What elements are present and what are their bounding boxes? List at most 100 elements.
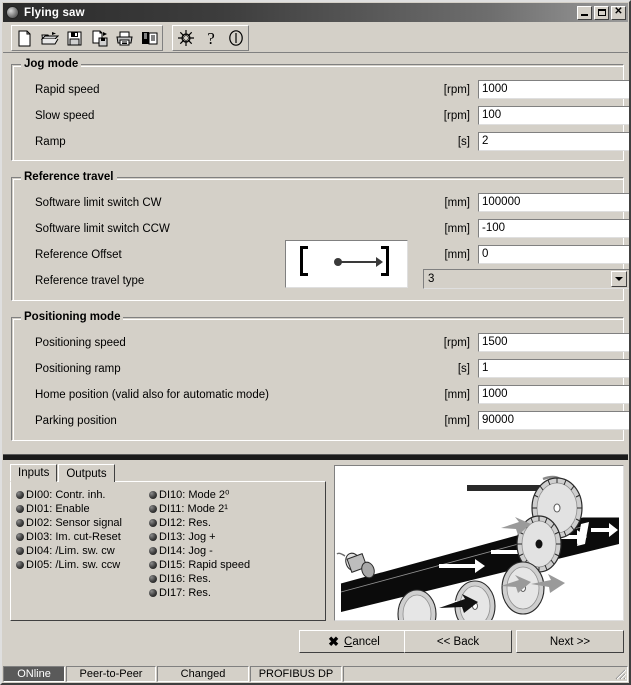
maximize-button[interactable]	[594, 5, 609, 20]
back-button-label: << Back	[436, 635, 480, 648]
input-positioning-ramp[interactable]: 1	[478, 359, 629, 378]
list-item: DI00: Contr. inh.	[16, 488, 141, 502]
unit-sw-limit-ccw: [mm]	[444, 222, 470, 235]
row-slow-speed: Slow speed [rpm] 100	[12, 105, 629, 126]
list-item: DI16: Res.	[149, 572, 250, 586]
help-button[interactable]: ?	[198, 26, 223, 50]
list-item: DI05: /Lim. sw. ccw	[16, 558, 141, 572]
status-connection: ONline	[3, 666, 65, 682]
io-tab-body: DI00: Contr. inh. DI01: Enable DI02: Sen…	[10, 481, 326, 621]
unit-home-position: [mm]	[444, 388, 470, 401]
cancel-button[interactable]: ✖ Cancel	[299, 630, 409, 653]
list-item: DI15: Rapid speed	[149, 558, 250, 572]
io-label: DI02: Sensor signal	[26, 517, 122, 529]
input-ramp[interactable]: 2	[478, 132, 629, 151]
list-item: DI14: Jog -	[149, 544, 250, 558]
settings-button[interactable]	[173, 26, 198, 50]
status-bar: ONline Peer-to-Peer Changed PROFIBUS DP	[3, 664, 628, 682]
toolbar: ?	[3, 24, 628, 53]
toolbar-tools-group: ?	[172, 25, 249, 51]
input-home-position[interactable]: 1000	[478, 385, 629, 404]
input-sw-limit-cw[interactable]: 100000	[478, 193, 629, 212]
print-button[interactable]	[112, 26, 137, 50]
save-as-icon	[91, 30, 109, 47]
tab-inputs[interactable]: Inputs	[10, 464, 58, 482]
group-positioning-mode-title: Positioning mode	[21, 311, 124, 323]
tab-outputs[interactable]: Outputs	[58, 464, 115, 482]
row-ramp: Ramp [s] 2	[12, 131, 629, 152]
next-button[interactable]: Next >>	[516, 630, 624, 653]
led-icon	[16, 519, 24, 527]
save-floppy-icon	[66, 30, 83, 47]
io-label: DI11: Mode 2¹	[159, 503, 228, 515]
label-home-position: Home position (valid also for automatic …	[35, 388, 269, 401]
io-label: DI03: Im. cut-Reset	[26, 531, 121, 543]
unit-reference-offset: [mm]	[444, 248, 470, 261]
row-sw-limit-cw: Software limit switch CW [mm] 100000	[12, 192, 629, 213]
tab-inputs-label: Inputs	[18, 467, 50, 479]
input-positioning-speed[interactable]: 1500	[478, 333, 629, 352]
row-sw-limit-ccw: Software limit switch CCW [mm] -100	[12, 218, 629, 239]
close-x-icon: ✖	[328, 634, 340, 649]
label-reference-travel-type: Reference travel type	[35, 274, 145, 287]
io-label: DI15: Rapid speed	[159, 559, 251, 571]
input-parking-position[interactable]: 90000	[478, 411, 629, 430]
unit-sw-limit-cw: [mm]	[444, 196, 470, 209]
window-title: Flying saw	[24, 6, 85, 19]
io-tab-panel: Inputs Outputs DI00: Contr. inh. DI01: E…	[10, 464, 326, 621]
help-question-icon: ?	[203, 29, 219, 47]
open-file-button[interactable]	[37, 26, 62, 50]
close-button[interactable]: ✕	[611, 5, 626, 20]
input-rapid-speed[interactable]: 1000	[478, 80, 629, 99]
info-button[interactable]	[223, 26, 248, 50]
title-bar[interactable]: Flying saw ✕	[3, 3, 628, 22]
cancel-button-label: Cancel	[344, 635, 380, 648]
input-sw-limit-ccw[interactable]: -100	[478, 219, 629, 238]
back-button[interactable]: << Back	[404, 630, 512, 653]
label-parking-position: Parking position	[35, 414, 117, 427]
row-positioning-ramp: Positioning ramp [s] 1	[12, 358, 629, 379]
row-parking-position: Parking position [mm] 90000	[12, 410, 629, 431]
toolbar-file-group	[11, 25, 163, 51]
io-label: DI00: Contr. inh.	[26, 489, 106, 501]
unit-rapid-speed: [rpm]	[443, 83, 470, 96]
resize-grip-icon[interactable]	[613, 667, 627, 681]
row-home-position: Home position (valid also for automatic …	[12, 384, 629, 405]
list-item: DI17: Res.	[149, 586, 250, 600]
io-label: DI12: Res.	[159, 517, 211, 529]
io-label: DI16: Res.	[159, 573, 211, 585]
save-button[interactable]	[62, 26, 87, 50]
new-file-icon	[16, 30, 33, 47]
io-column-low: DI00: Contr. inh. DI01: Enable DI02: Sen…	[16, 488, 141, 600]
flying-saw-graphic	[335, 466, 623, 620]
led-icon	[16, 505, 24, 513]
io-label: DI17: Res.	[159, 587, 211, 599]
label-positioning-speed: Positioning speed	[35, 336, 126, 349]
label-slow-speed: Slow speed	[35, 109, 95, 122]
save-as-button[interactable]	[87, 26, 112, 50]
status-extra	[343, 666, 628, 682]
label-sw-limit-ccw: Software limit switch CCW	[35, 222, 170, 235]
new-file-button[interactable]	[12, 26, 37, 50]
list-item: DI03: Im. cut-Reset	[16, 530, 141, 544]
unit-parking-position: [mm]	[444, 414, 470, 427]
row-positioning-speed: Positioning speed [rpm] 1500	[12, 332, 629, 353]
led-icon	[149, 589, 157, 597]
row-rapid-speed: Rapid speed [rpm] 1000	[12, 79, 629, 100]
select-reference-travel-type[interactable]: 3	[423, 269, 629, 289]
minimize-button[interactable]	[577, 5, 592, 20]
input-reference-offset[interactable]: 0	[478, 245, 629, 264]
print-preview-button[interactable]	[137, 26, 162, 50]
label-positioning-ramp: Positioning ramp	[35, 362, 121, 375]
chevron-down-icon[interactable]	[611, 271, 627, 287]
label-sw-limit-cw: Software limit switch CW	[35, 196, 162, 209]
maximize-icon	[597, 9, 606, 16]
group-reference-travel-title: Reference travel	[21, 171, 117, 183]
io-label: DI05: /Lim. sw. ccw	[26, 559, 121, 571]
close-icon: ✕	[614, 6, 623, 17]
input-slow-speed[interactable]: 100	[478, 106, 629, 125]
svg-text:?: ?	[207, 29, 215, 47]
unit-positioning-speed: [rpm]	[443, 336, 470, 349]
io-tabstrip: Inputs Outputs	[10, 464, 326, 482]
unit-positioning-ramp: [s]	[457, 362, 470, 375]
